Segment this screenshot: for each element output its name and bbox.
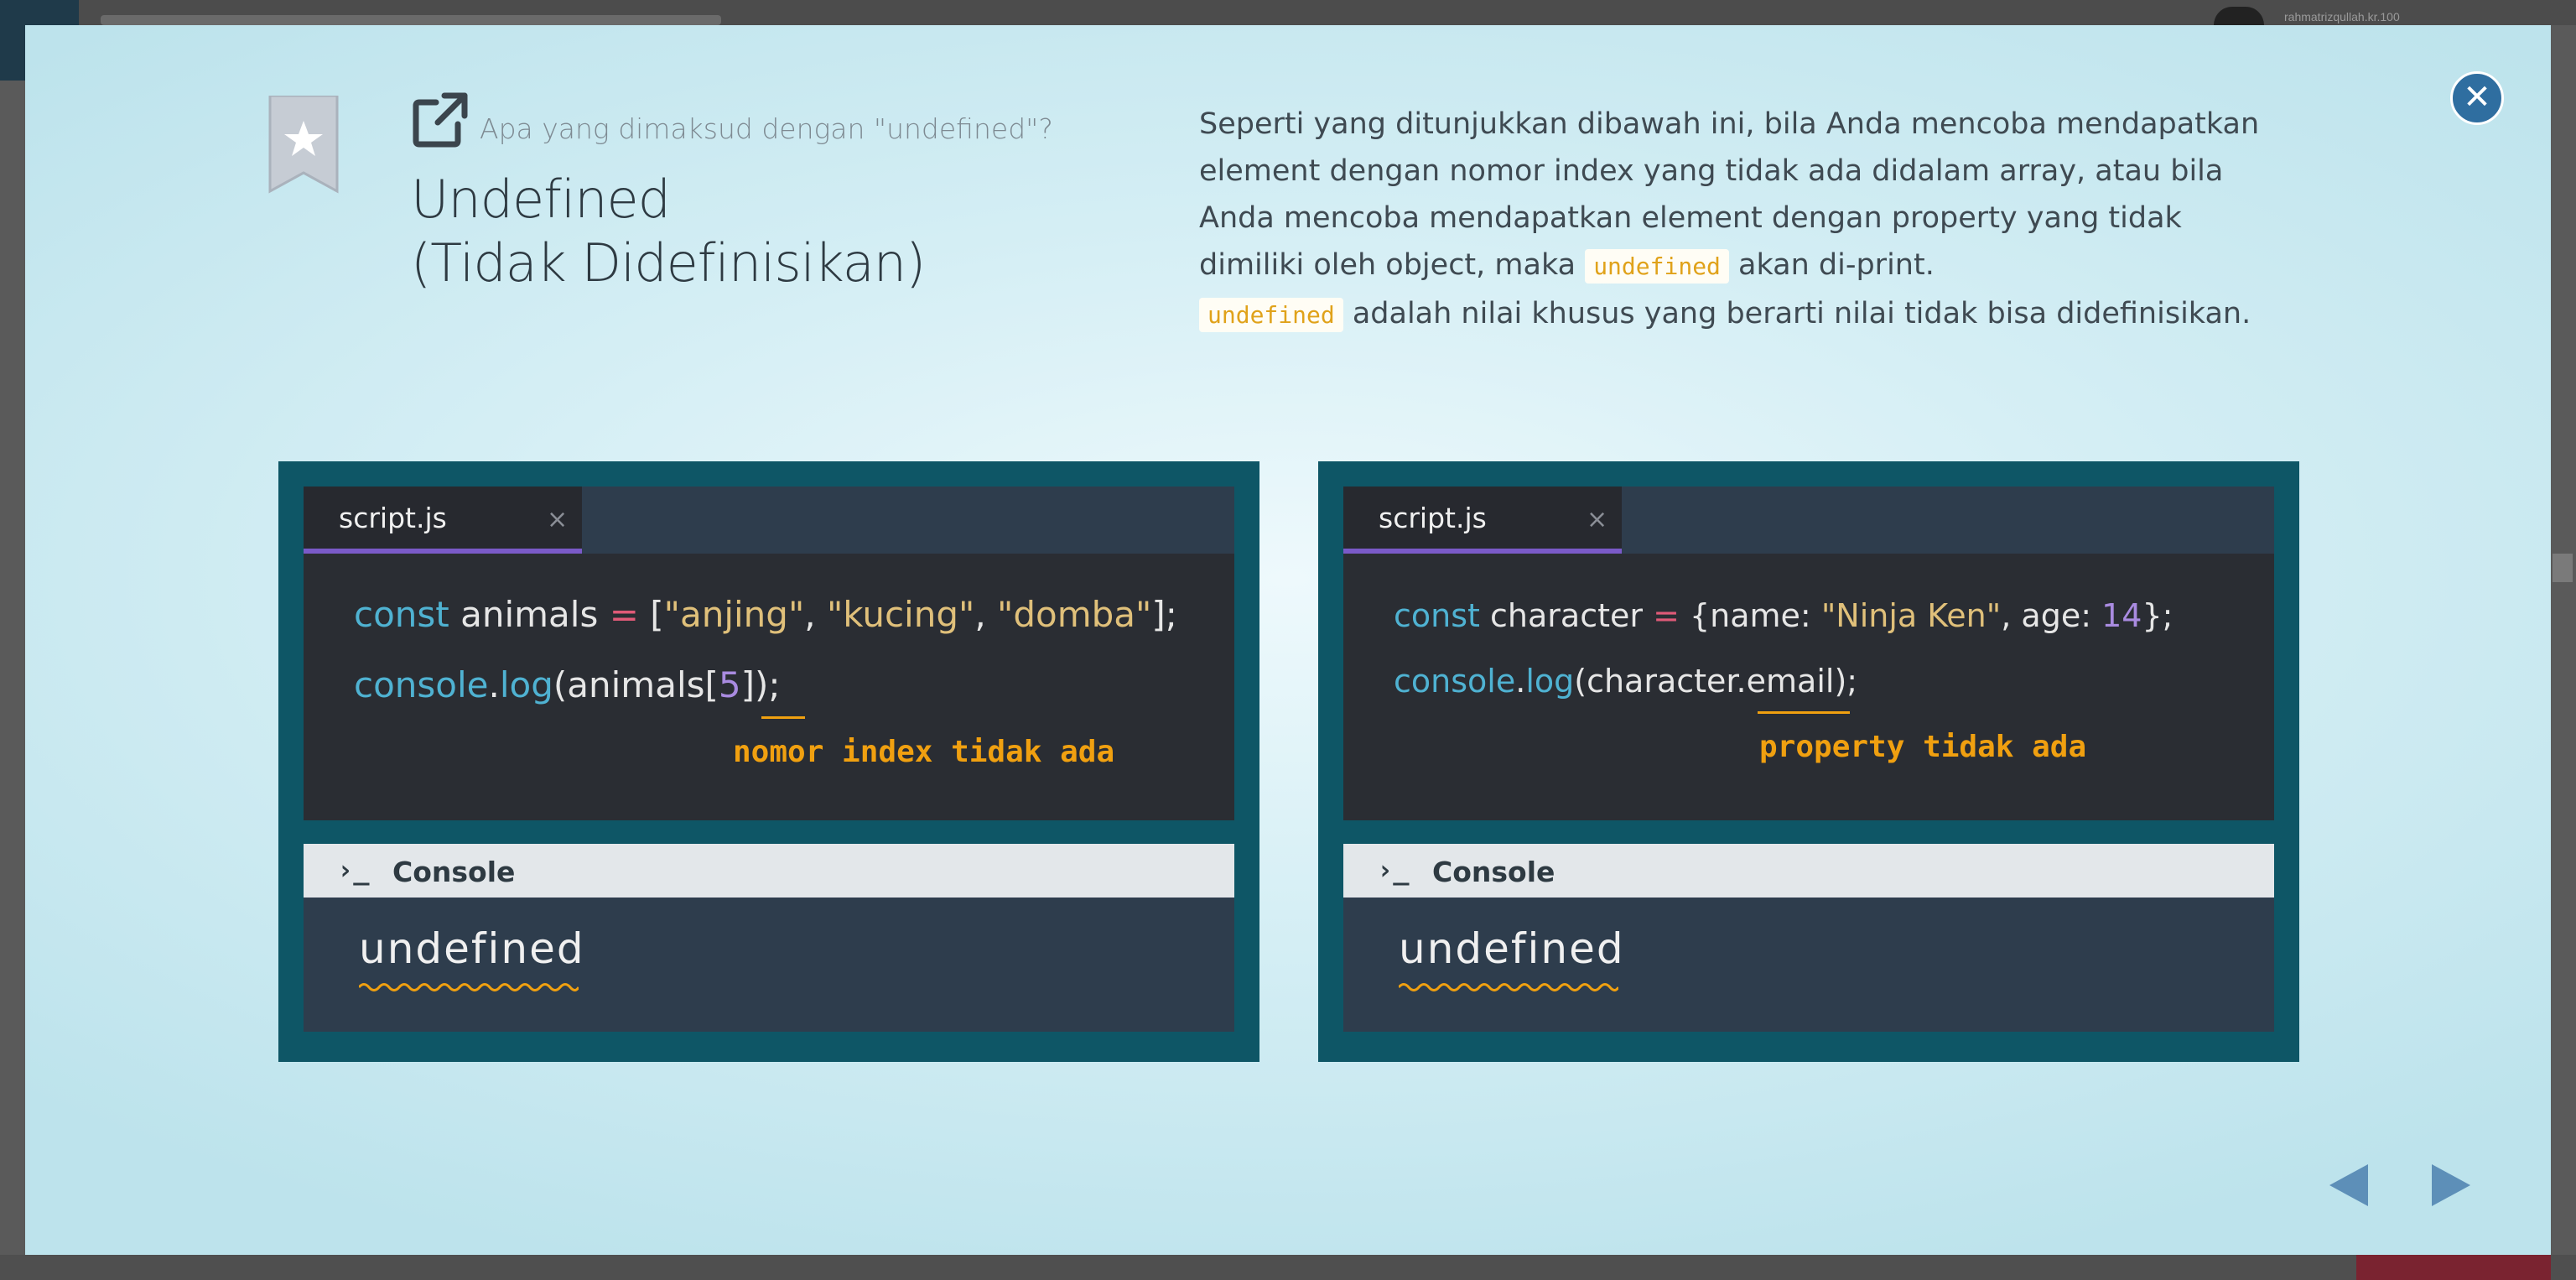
tab-close-icon[interactable]: × [547, 505, 568, 534]
close-button[interactable]: ✕ [2450, 71, 2504, 125]
code-string: "anjing" [663, 594, 805, 635]
code-editor: script.js × const character = {name: "Ni… [1343, 487, 2274, 820]
code-example-object: script.js × const character = {name: "Ni… [1318, 461, 2299, 1062]
background-scrollbar [2553, 554, 2573, 582]
console-output-area: undefined [1343, 898, 2274, 1032]
tab-script-js[interactable]: script.js × [1343, 487, 1622, 554]
annotation-label: property tidak ada [1759, 730, 2087, 764]
code-punct: ]; [1151, 594, 1177, 635]
slide-subtitle: Apa yang dimaksud dengan "undefined"? [480, 112, 1053, 145]
title-line-2: (Tidak Didefinisikan) [411, 232, 926, 294]
code-punct: ); [1834, 663, 1858, 700]
code-number: 14 [2101, 597, 2142, 634]
index-underline [761, 716, 805, 719]
code-line-2: console.log(character.email); [1394, 663, 1857, 700]
tab-close-icon[interactable]: × [1587, 505, 1607, 534]
code-line-1: const character = {name: "Ninja Ken", ag… [1394, 597, 2173, 634]
description-text-3: adalah nilai khusus yang berarti nilai t… [1343, 297, 2251, 330]
code-string: "domba" [997, 594, 1152, 635]
terminal-icon: ›_ [1377, 854, 1410, 886]
next-slide-icon[interactable] [2430, 1163, 2472, 1208]
code-operator: = [609, 594, 639, 635]
code-line-1: const animals = ["anjing", "kucing", "do… [354, 594, 1177, 635]
console-output: undefined [1399, 924, 1625, 973]
slide-description: Seperti yang ditunjukkan dibawah ini, bi… [1199, 101, 2289, 339]
background-user-name: rahmatrizqullah.kr.100 [2284, 10, 2400, 23]
console-label: Console [392, 856, 516, 888]
code-number: 5 [718, 664, 741, 705]
code-punct: . [488, 664, 500, 705]
code-property: email [1746, 663, 1835, 700]
code-punct: , age: [2001, 597, 2102, 634]
background-avatar [2214, 7, 2264, 25]
error-squiggle [359, 983, 579, 991]
code-identifier: animals [449, 594, 610, 635]
code-line-2: console.log(animals[5]); [354, 664, 781, 705]
tab-label: script.js [1379, 502, 1487, 534]
external-link-icon[interactable] [411, 91, 470, 149]
console-header: ›_ Console [304, 844, 1234, 898]
code-keyword: const [1394, 597, 1480, 634]
annotation-label: nomor index tidak ada [733, 735, 1115, 769]
code-punct: , [804, 594, 827, 635]
code-function: log [499, 664, 553, 705]
bookmark-icon[interactable] [267, 96, 340, 195]
code-object: console [354, 664, 489, 705]
code-string: "kucing" [826, 594, 975, 635]
code-operator: = [1653, 597, 1680, 634]
code-keyword: const [354, 594, 449, 635]
undefined-code-chip: undefined [1199, 298, 1343, 332]
code-punct: (character. [1574, 663, 1747, 700]
editor-tab-bar: script.js × [304, 487, 1234, 554]
console-output: undefined [359, 924, 585, 973]
background-search-bar [101, 15, 721, 25]
error-squiggle [1399, 983, 1618, 991]
slide-modal: ✕ Apa yang dimaksud dengan "undefined"? … [25, 25, 2551, 1255]
background-bottom-bar [0, 1255, 2576, 1280]
terminal-icon: ›_ [337, 854, 370, 886]
code-editor: script.js × const animals = ["anjing", "… [304, 487, 1234, 820]
code-punct: }; [2142, 597, 2174, 634]
code-function: log [1525, 663, 1575, 700]
console-output-area: undefined [304, 898, 1234, 1032]
slide-title: Undefined (Tidak Didefinisikan) [411, 168, 926, 295]
tab-script-js[interactable]: script.js × [304, 487, 582, 554]
code-example-array: script.js × const animals = ["anjing", "… [278, 461, 1259, 1062]
code-object: console [1394, 663, 1516, 700]
code-punct: [ [638, 594, 664, 635]
undefined-code-chip: undefined [1585, 249, 1729, 284]
title-line-1: Undefined [411, 169, 671, 230]
previous-slide-icon[interactable] [2328, 1163, 2370, 1208]
console-header: ›_ Console [1343, 844, 2274, 898]
code-string: "Ninja Ken" [1820, 597, 2002, 634]
code-punct: {name: [1679, 597, 1821, 634]
tab-label: script.js [339, 502, 447, 534]
close-icon: ✕ [2463, 78, 2491, 117]
code-punct: ]); [740, 664, 781, 705]
console-label: Console [1432, 856, 1555, 888]
code-punct: , [974, 594, 998, 635]
code-punct: . [1515, 663, 1526, 700]
property-underline [1758, 711, 1850, 714]
editor-tab-bar: script.js × [1343, 487, 2274, 554]
description-text-2: akan di-print. [1728, 248, 1935, 282]
code-identifier: character [1479, 597, 1654, 634]
code-punct: (animals[ [553, 664, 719, 705]
